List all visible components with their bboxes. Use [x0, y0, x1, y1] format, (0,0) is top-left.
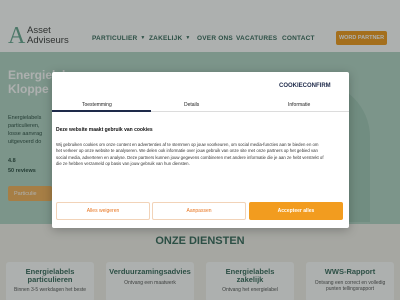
cookie-body-line: het verkeer op onze website te analysere… [56, 148, 318, 154]
cookie-body-line: social media, adverteren en analyse. Dez… [56, 154, 324, 160]
cookie-consent-dialog: COOKIECONFIRM Toestemming Details Inform… [52, 72, 349, 228]
accept-all-button[interactable]: Accepteer alles [249, 202, 343, 220]
cookie-heading: Deze website maakt gebruik van cookies [56, 127, 153, 133]
cookieconfirm-logo: COOKIECONFIRM [279, 83, 331, 89]
tab-toestemming[interactable]: Toestemming [82, 102, 112, 108]
tab-informatie[interactable]: Informatie [288, 102, 310, 108]
cookie-body-text: Wij gebruiken cookies om onze content en… [56, 142, 353, 167]
active-tab-indicator [52, 110, 151, 112]
deny-all-button[interactable]: Alles weigeren [56, 202, 150, 220]
cookie-body-line: die ze hebben verzameld op basis van jou… [56, 160, 190, 166]
tab-details[interactable]: Details [184, 102, 199, 108]
cookie-tabs: Toestemming Details Informatie [52, 98, 349, 112]
customize-button[interactable]: Aanpassen [152, 202, 246, 220]
